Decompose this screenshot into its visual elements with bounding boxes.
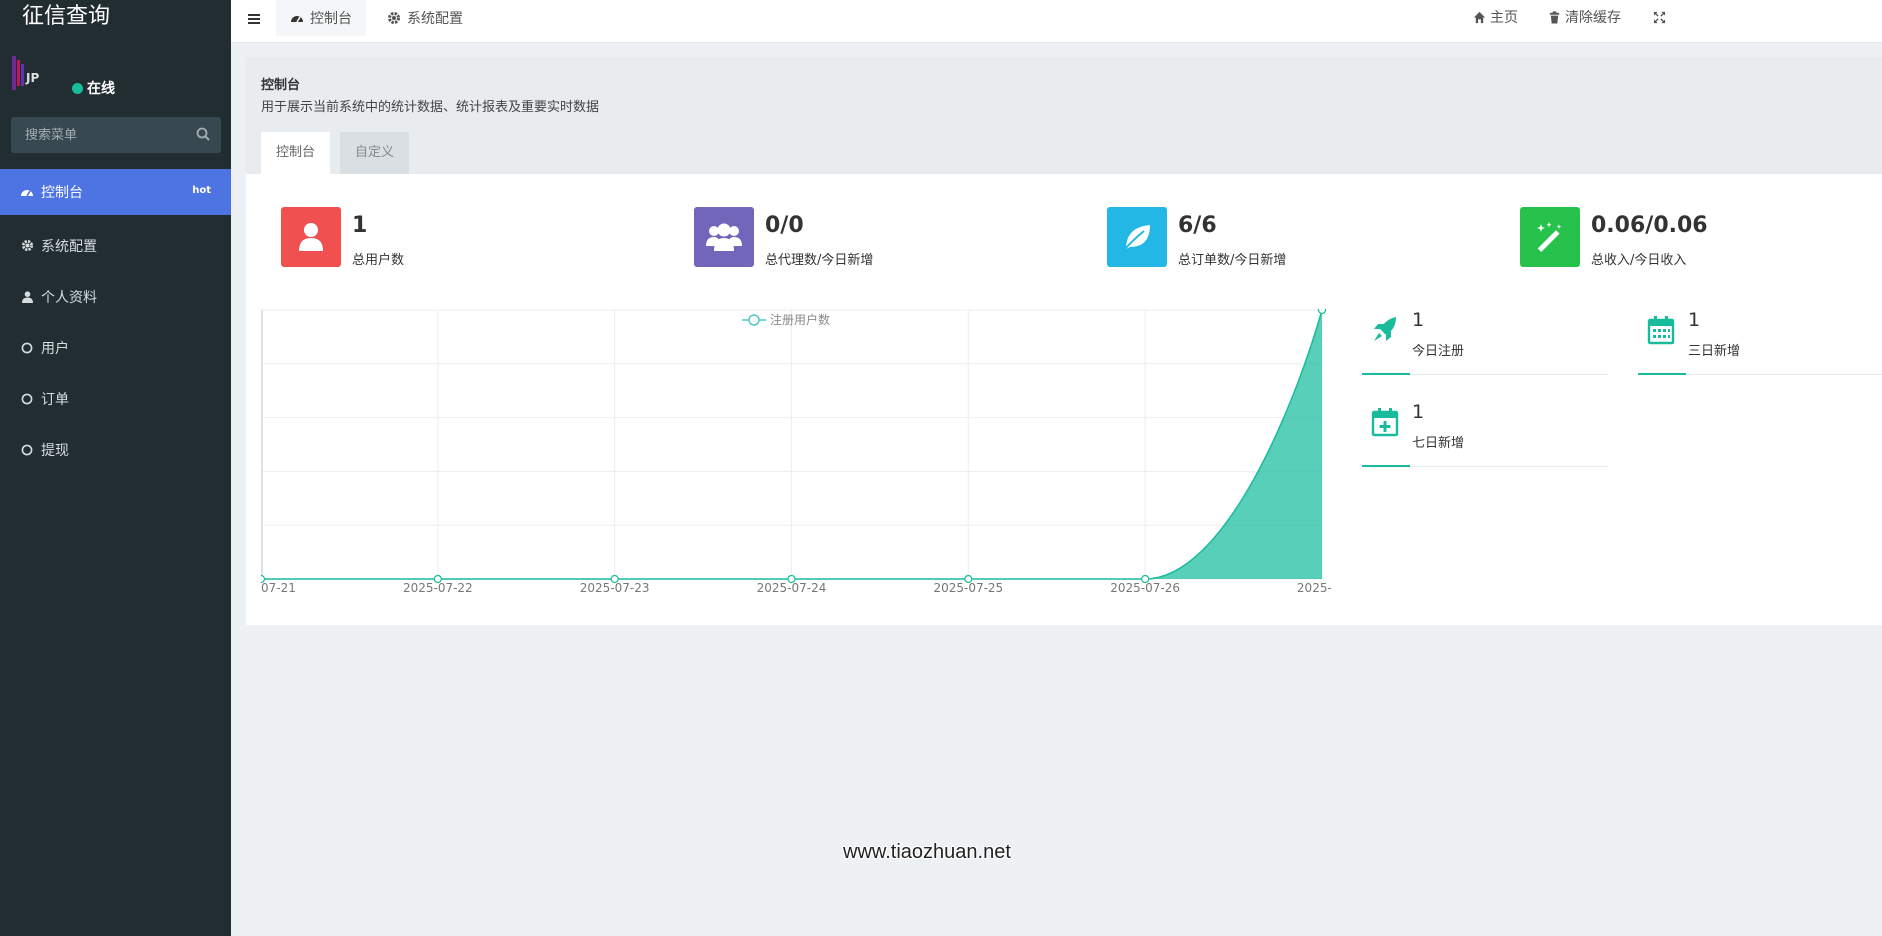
mini-stat-underline bbox=[1362, 465, 1410, 467]
mini-stat-label: 今日注册 bbox=[1412, 344, 1465, 359]
mini-stat-underline bbox=[1638, 373, 1686, 375]
legend-label: 注册用户数 bbox=[770, 312, 830, 327]
search-input[interactable] bbox=[11, 117, 221, 153]
mini-stat-label: 三日新增 bbox=[1688, 344, 1741, 359]
online-status: 在线 bbox=[72, 78, 115, 98]
dashboard-icon bbox=[19, 184, 35, 200]
menu-toggle-icon[interactable] bbox=[247, 11, 263, 27]
sidebar-item-label: 系统配置 bbox=[41, 238, 97, 255]
home-label: 主页 bbox=[1490, 10, 1518, 26]
clear-cache-button[interactable]: 清除缓存 bbox=[1548, 0, 1621, 34]
gear-icon bbox=[388, 12, 400, 24]
stat-icon-box bbox=[694, 207, 754, 267]
x-tick-label: 2025-07-23 bbox=[580, 581, 650, 595]
home-link[interactable]: 主页 bbox=[1473, 0, 1518, 34]
sidebar-item-label: 个人资料 bbox=[41, 289, 97, 306]
home-icon bbox=[1473, 11, 1486, 23]
stat-label: 总用户数 bbox=[352, 253, 405, 268]
sidebar: 征信查询 JP 在线 控制台 hot 系统配置 个人资料 用户 bbox=[0, 0, 231, 936]
stat-value: 0.06/0.06 bbox=[1591, 213, 1708, 238]
stat-label: 总代理数/今日新增 bbox=[765, 253, 874, 268]
sidebar-menu: 控制台 hot 系统配置 个人资料 用户 订单 提现 bbox=[0, 169, 231, 475]
mini-stat-value: 1 bbox=[1412, 309, 1425, 331]
fullscreen-button[interactable] bbox=[1653, 0, 1670, 34]
search-icon[interactable] bbox=[195, 126, 211, 142]
fullscreen-icon bbox=[1653, 11, 1666, 23]
stat-icon-box bbox=[1107, 207, 1167, 267]
calendar-icon bbox=[1647, 316, 1675, 345]
registrations-chart: 07-21 2025-07-22 2025-07-23 2025-07-24 2025-… bbox=[256, 305, 1347, 604]
x-tick-label: 2025-07-26 bbox=[1110, 581, 1180, 595]
tab-label: 控制台 bbox=[310, 11, 352, 27]
sidebar-item-orders[interactable]: 订单 bbox=[0, 373, 231, 424]
x-tick-label: 2025-07-25 bbox=[933, 581, 1003, 595]
svg-text:JP: JP bbox=[25, 71, 39, 85]
app-title: 征信查询 bbox=[0, 0, 231, 34]
x-tick-label: 2025-07 bbox=[1297, 581, 1331, 595]
dashboard-icon bbox=[291, 16, 303, 23]
sidebar-item-users[interactable]: 用户 bbox=[0, 322, 231, 373]
panel-tab-dashboard[interactable]: 控制台 bbox=[261, 132, 331, 174]
panel-title: 控制台 bbox=[261, 78, 301, 93]
sidebar-item-label: 提现 bbox=[41, 442, 69, 459]
x-tick-label: 07-21 bbox=[261, 581, 296, 595]
stat-value: 0/0 bbox=[765, 213, 804, 238]
mini-stat-seven-days: 1 七日新增 bbox=[1362, 401, 1608, 467]
user-panel: JP bbox=[0, 34, 231, 114]
stat-value: 1 bbox=[352, 213, 368, 238]
magic-icon bbox=[1537, 222, 1562, 252]
avatar: JP bbox=[12, 56, 39, 90]
mini-stat-value: 1 bbox=[1412, 401, 1425, 423]
legend-marker bbox=[748, 314, 760, 326]
panel-description: 用于展示当前系统中的统计数据、统计报表及重要实时数据 bbox=[261, 100, 600, 115]
mini-stat-underline bbox=[1362, 373, 1410, 375]
menu-search bbox=[11, 117, 221, 153]
chart-svg: 07-21 2025-07-22 2025-07-23 2025-07-24 2025-… bbox=[256, 305, 1347, 595]
rocket-icon bbox=[1374, 317, 1396, 341]
stat-icon-box bbox=[281, 207, 341, 267]
sidebar-item-label: 用户 bbox=[41, 340, 69, 357]
mini-stat-three-days: 1 三日新增 bbox=[1638, 309, 1882, 375]
tab-dashboard[interactable]: 控制台 bbox=[276, 0, 366, 36]
circle-icon bbox=[19, 340, 35, 356]
hot-badge: hot bbox=[186, 183, 217, 198]
user-icon bbox=[19, 289, 35, 305]
user-icon bbox=[299, 223, 323, 251]
sidebar-item-label: 订单 bbox=[41, 391, 69, 408]
sidebar-item-system-config[interactable]: 系统配置 bbox=[0, 220, 231, 271]
trash-icon bbox=[1549, 10, 1560, 24]
data-point bbox=[1317, 305, 1327, 315]
stat-label: 总订单数/今日新增 bbox=[1178, 253, 1287, 268]
circle-icon bbox=[19, 391, 35, 407]
gear-icon bbox=[19, 238, 35, 254]
sidebar-item-label: 控制台 bbox=[41, 185, 83, 201]
watermark-text: www.tiaozhuan.net bbox=[843, 841, 1011, 863]
tab-system-config[interactable]: 系统配置 bbox=[373, 0, 477, 36]
stat-value: 6/6 bbox=[1178, 213, 1217, 238]
stat-label: 总收入/今日收入 bbox=[1591, 253, 1687, 268]
mini-stat-label: 七日新增 bbox=[1412, 436, 1465, 451]
topbar: 控制台 系统配置 主页 清除缓存 bbox=[231, 0, 1882, 43]
mini-stat-today: 1 今日注册 bbox=[1362, 309, 1608, 375]
stat-icon-box bbox=[1520, 207, 1580, 267]
sidebar-item-withdraw[interactable]: 提现 bbox=[0, 424, 231, 475]
x-tick-label: 2025-07-22 bbox=[403, 581, 473, 595]
leaf-icon bbox=[1123, 225, 1150, 251]
sidebar-item-dashboard[interactable]: 控制台 hot bbox=[0, 169, 231, 215]
panel-header: 控制台 用于展示当前系统中的统计数据、统计报表及重要实时数据 控制台 自定义 bbox=[246, 57, 1882, 174]
x-tick-label: 2025-07-24 bbox=[757, 581, 827, 595]
tab-label: 系统配置 bbox=[407, 11, 463, 27]
panel-tab-custom[interactable]: 自定义 bbox=[340, 132, 410, 174]
mini-stat-value: 1 bbox=[1688, 309, 1701, 331]
sidebar-item-profile[interactable]: 个人资料 bbox=[0, 271, 231, 322]
clear-cache-label: 清除缓存 bbox=[1565, 10, 1621, 26]
circle-icon bbox=[19, 442, 35, 458]
calendar-plus-icon bbox=[1371, 408, 1399, 437]
users-icon bbox=[706, 223, 742, 251]
online-dot-icon bbox=[72, 83, 83, 94]
